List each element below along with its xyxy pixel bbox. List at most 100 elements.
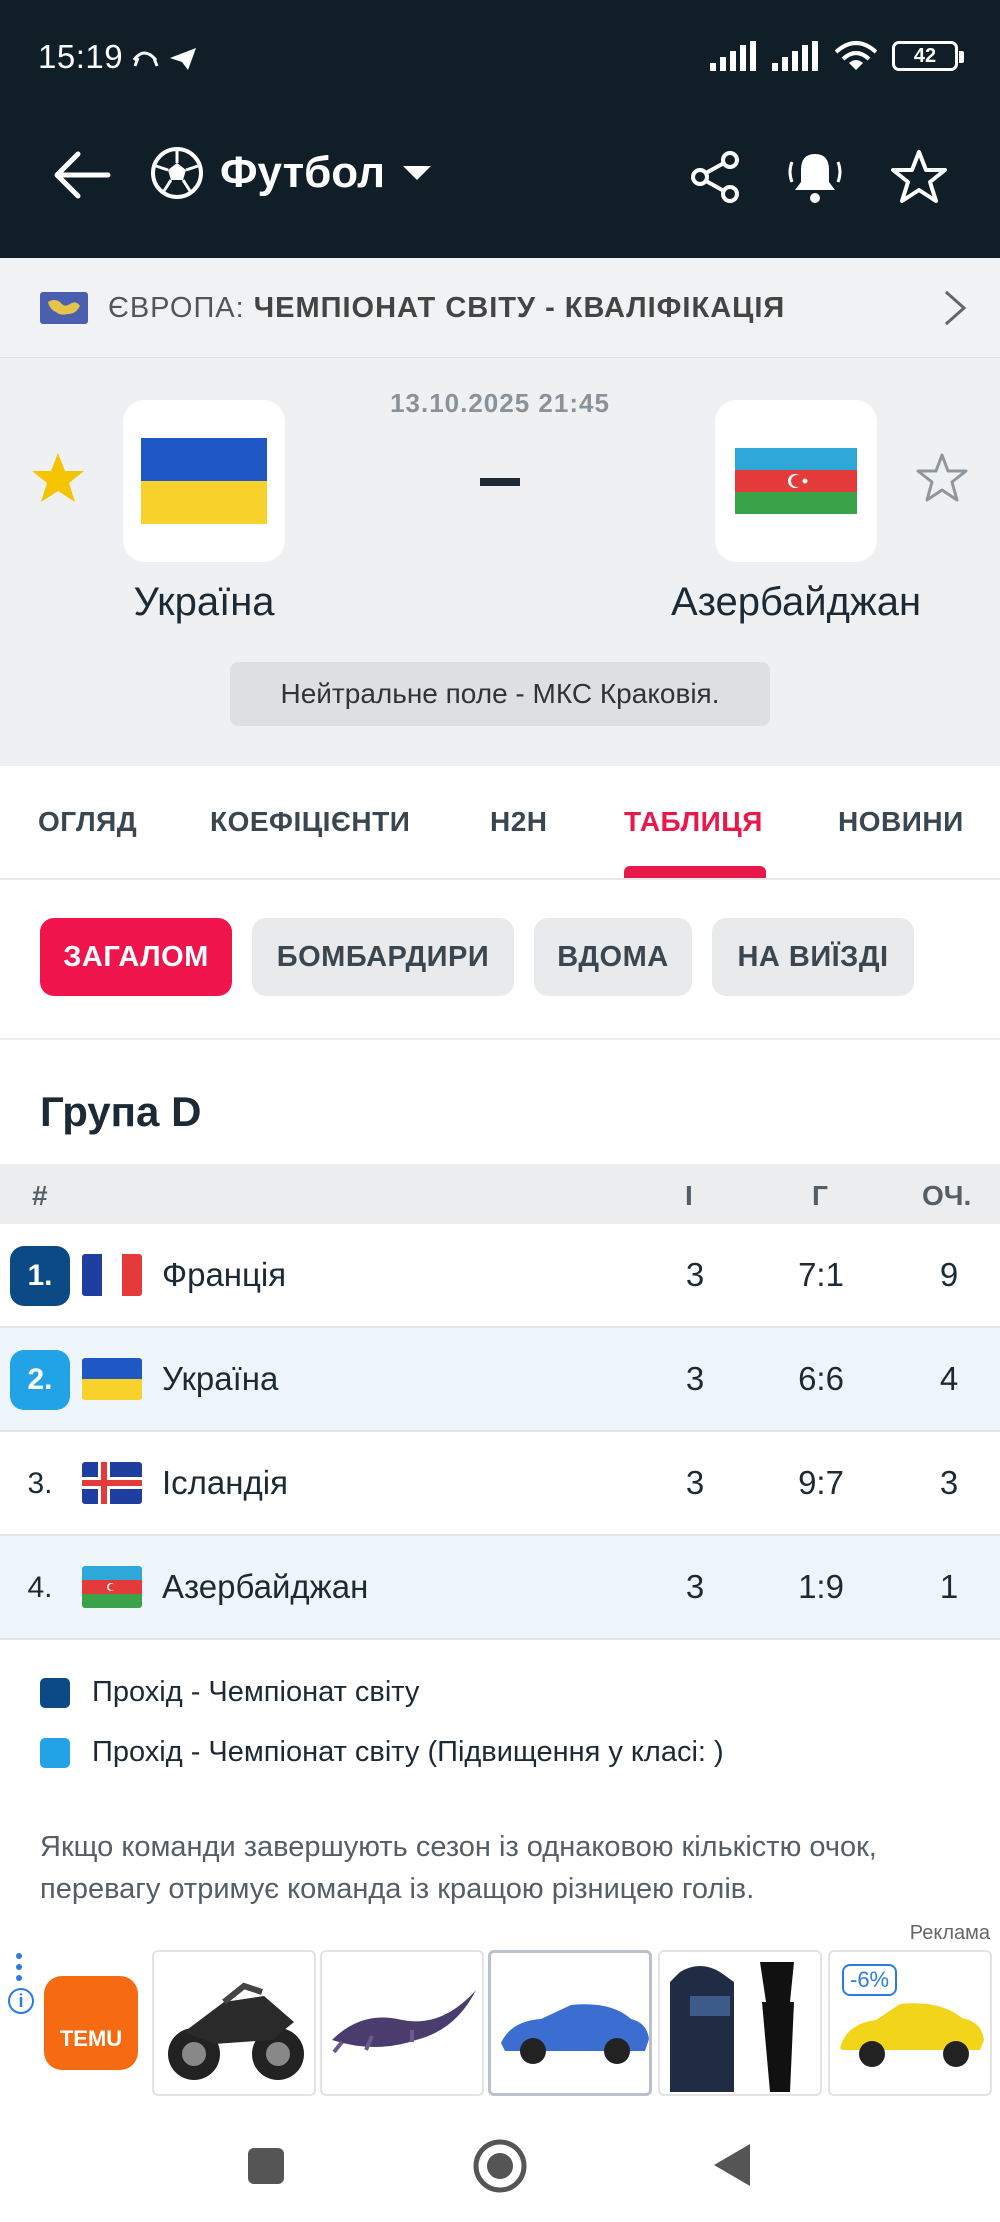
status-indicators: 42 <box>710 40 964 72</box>
chip-home[interactable]: ВДОМА <box>534 918 692 996</box>
top-bar: 15:19 42 Футбол <box>0 0 1000 258</box>
points-cell: 3 <box>939 1464 959 1501</box>
legend-item: Прохід - Чемпіонат світу (Підвищення у к… <box>40 1736 724 1769</box>
motorcycle-image <box>168 1982 304 2080</box>
signal-icon-2 <box>772 41 818 71</box>
ad-item-yellow-car[interactable]: -6% <box>828 1950 992 2096</box>
tab-news[interactable]: НОВИНИ <box>838 806 964 838</box>
col-points: ОЧ. <box>922 1180 972 1211</box>
away-favorite-star-icon[interactable] <box>914 450 970 506</box>
goals-cell: 1:9 <box>798 1568 844 1605</box>
active-tab-indicator <box>624 866 766 878</box>
signal-icon <box>710 41 756 71</box>
blue-car-image <box>501 2004 649 2064</box>
tab-h2h[interactable]: H2H <box>490 806 548 838</box>
venue-label: Нейтральне поле - МКС Краковія. <box>230 662 770 726</box>
away-team-logo[interactable] <box>715 400 877 562</box>
competition-title: ЄВРОПА: ЧЕМПІОНАТ СВІТУ - КВАЛІФІКАЦІЯ <box>108 292 786 324</box>
share-icon[interactable] <box>686 148 744 206</box>
bell-icon[interactable] <box>786 148 844 206</box>
score <box>480 478 520 486</box>
goals-cell: 9:7 <box>798 1464 844 1501</box>
azerbaijan-flag <box>82 1566 142 1608</box>
status-notification-icons <box>132 48 196 70</box>
played-cell: 3 <box>685 1464 705 1501</box>
rank-label: 3. <box>27 1467 53 1500</box>
iceland-flag <box>82 1462 142 1504</box>
legend-label: Прохід - Чемпіонат світу (Підвищення у к… <box>92 1736 724 1768</box>
match-header: 13.10.2025 21:45 Україна Азербайджан Ней… <box>0 358 1000 766</box>
table-header: # І Г ОЧ. <box>0 1164 1000 1224</box>
col-played: І <box>685 1180 693 1211</box>
team-name: Франція <box>162 1256 287 1293</box>
col-rank: # <box>32 1180 48 1211</box>
table-row[interactable]: 2. Україна 3 6:6 4 <box>0 1328 1000 1432</box>
points-cell: 1 <box>939 1568 959 1605</box>
tab-overview[interactable]: ОГЛЯД <box>38 806 137 838</box>
away-team-name[interactable]: Азербайджан <box>636 580 956 625</box>
system-navigation-bar <box>0 2110 1000 2222</box>
table-row[interactable]: 1. Франція 3 7:1 9 <box>0 1224 1000 1328</box>
ad-item-lizard[interactable] <box>320 1950 484 2096</box>
ad-info-icon[interactable]: i <box>8 1988 34 2014</box>
ski-suit-image <box>670 1962 794 2092</box>
table-filter-chips: ЗАГАЛОМ БОМБАРДИРИ ВДОМА НА ВИЇЗДІ <box>0 880 1000 1040</box>
goals-cell: 6:6 <box>798 1360 844 1397</box>
home-favorite-star-icon[interactable] <box>30 450 86 506</box>
lizard-toy-image <box>332 1990 476 2054</box>
home-icon[interactable] <box>472 2138 528 2194</box>
wifi-icon <box>834 41 878 70</box>
ad-item-ski-suit[interactable] <box>658 1950 822 2096</box>
sport-selector[interactable]: Футбол <box>150 146 433 200</box>
sport-title: Футбол <box>220 148 386 197</box>
back-arrow-icon[interactable] <box>52 150 112 200</box>
table-row[interactable]: 3. Ісландія 3 9:7 3 <box>0 1432 1000 1536</box>
temu-logo[interactable]: TEMU <box>44 1976 138 2070</box>
favorite-star-icon[interactable] <box>890 148 948 206</box>
recent-apps-icon[interactable] <box>246 2146 286 2186</box>
rank-label: 4. <box>27 1571 53 1604</box>
back-nav-icon[interactable] <box>712 2142 752 2188</box>
ukraine-flag <box>82 1358 142 1400</box>
tab-table[interactable]: ТАБЛИЦЯ <box>624 806 763 838</box>
played-cell: 3 <box>685 1360 705 1397</box>
rank-badge: 2. <box>10 1350 70 1410</box>
played-cell: 3 <box>685 1568 705 1605</box>
table-row[interactable]: 4. Азербайджан 3 1:9 1 <box>0 1536 1000 1640</box>
competition-bar[interactable]: ЄВРОПА: ЧЕМПІОНАТ СВІТУ - КВАЛІФІКАЦІЯ <box>0 258 1000 358</box>
home-team-name[interactable]: Україна <box>44 580 364 625</box>
tab-bar: ОГЛЯД КОЕФІЦІЄНТИ H2H ТАБЛИЦЯ НОВИНИ <box>0 766 1000 880</box>
legend-swatch <box>40 1737 70 1768</box>
azerbaijan-flag <box>735 448 857 514</box>
status-time: 15:19 <box>38 38 124 75</box>
rank-badge: 1. <box>10 1246 70 1306</box>
points-cell: 4 <box>939 1360 959 1397</box>
ad-item-motorcycle[interactable] <box>152 1950 316 2096</box>
team-name: Азербайджан <box>162 1568 369 1605</box>
played-cell: 3 <box>685 1256 705 1293</box>
ad-menu-icon[interactable] <box>16 1952 22 1982</box>
team-name: Ісландія <box>162 1464 288 1501</box>
chip-overall[interactable]: ЗАГАЛОМ <box>40 918 232 996</box>
legend-label: Прохід - Чемпіонат світу <box>92 1676 420 1708</box>
europe-flag-icon <box>40 292 88 324</box>
chip-away[interactable]: НА ВИЇЗДІ <box>712 918 914 996</box>
points-cell: 9 <box>939 1256 959 1293</box>
chevron-down-icon <box>403 166 432 180</box>
team-name: Україна <box>162 1360 279 1397</box>
ad-item-convertible[interactable] <box>488 1950 652 2096</box>
discount-badge: -6% <box>842 1964 898 1996</box>
group-title: Група D <box>40 1088 202 1135</box>
ad-label: Реклама <box>909 1922 990 1944</box>
tiebreak-note: Якщо команди завершують сезон із однаков… <box>40 1831 877 1905</box>
soccer-ball-icon <box>151 147 203 199</box>
chevron-right-icon <box>945 290 967 326</box>
col-goals: Г <box>812 1180 828 1211</box>
chip-scorers[interactable]: БОМБАРДИРИ <box>252 918 514 996</box>
app-nav: Футбол <box>0 130 1000 220</box>
france-flag <box>82 1254 142 1296</box>
home-team-logo[interactable] <box>123 400 285 562</box>
legend-swatch <box>40 1677 70 1708</box>
tab-odds[interactable]: КОЕФІЦІЄНТИ <box>210 806 410 838</box>
goals-cell: 7:1 <box>798 1256 844 1293</box>
